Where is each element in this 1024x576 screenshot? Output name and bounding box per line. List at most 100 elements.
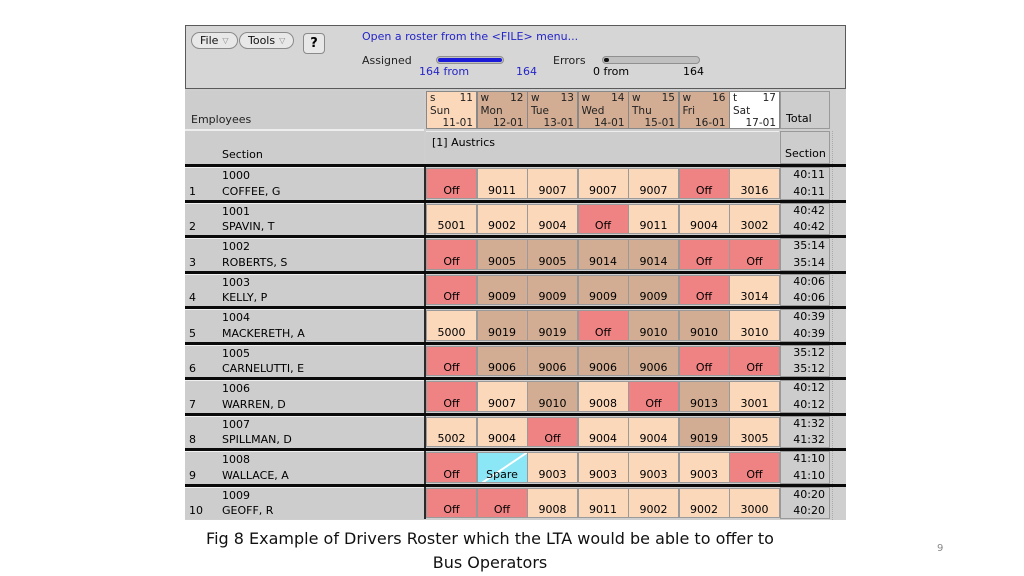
shift-cell[interactable]: Off: [577, 310, 629, 341]
shift-cell[interactable]: 5002: [426, 416, 477, 447]
shift-cell[interactable]: Off: [426, 452, 477, 483]
shift-cell[interactable]: 9005: [476, 239, 528, 270]
shift-code: 9009: [639, 290, 668, 303]
shift-cell[interactable]: 9010: [527, 381, 578, 412]
shift-cell[interactable]: Off: [678, 345, 730, 376]
shift-cell[interactable]: 9006: [577, 345, 629, 376]
section-hours: 40:20: [793, 504, 825, 517]
shift-cell[interactable]: 9006: [476, 345, 528, 376]
shift-cell[interactable]: 9007: [476, 381, 528, 412]
shift-cell[interactable]: Off: [527, 416, 578, 447]
shift-code: Off: [746, 254, 763, 268]
employee-cell[interactable]: 3 1002 ROBERTS, S: [185, 238, 424, 271]
page-number: 9: [937, 543, 944, 554]
shift-cell[interactable]: Off: [476, 487, 528, 518]
day-number: 12: [510, 92, 524, 104]
shift-cell[interactable]: Off: [729, 345, 780, 376]
shift-cell[interactable]: 9005: [527, 239, 578, 270]
shift-cell[interactable]: 9014: [577, 239, 629, 270]
employee-cell[interactable]: 6 1005 CARNELUTTI, E: [185, 344, 424, 377]
shift-cell[interactable]: 9002: [476, 203, 528, 234]
shift-cell[interactable]: 9002: [628, 487, 679, 518]
shift-cell[interactable]: Spare: [476, 452, 528, 483]
shift-cell[interactable]: 9011: [577, 487, 629, 518]
employee-cell[interactable]: 2 1001 SPAVIN, T: [185, 202, 424, 235]
shift-cell[interactable]: 9004: [628, 416, 679, 447]
shift-cell[interactable]: 3014: [729, 274, 780, 305]
shift-cell[interactable]: 9004: [476, 416, 528, 447]
shift-cell[interactable]: Off: [577, 203, 629, 234]
shift-cell[interactable]: 9009: [577, 274, 629, 305]
day-header[interactable]: w 14 Wed 14-01: [577, 91, 629, 129]
employee-cell[interactable]: 9 1008 WALLACE, A: [185, 451, 424, 484]
shift-cell[interactable]: 9004: [678, 203, 730, 234]
shift-cell[interactable]: 9008: [577, 381, 629, 412]
shift-cell[interactable]: 9013: [678, 381, 730, 412]
shift-cell[interactable]: 3001: [729, 381, 780, 412]
shift-cell[interactable]: 9019: [527, 310, 578, 341]
shift-cell[interactable]: 9006: [527, 345, 578, 376]
employee-cell[interactable]: 5 1004 MACKERETH, A: [185, 309, 424, 342]
shift-cell[interactable]: 9011: [476, 168, 528, 199]
shift-cell[interactable]: 9009: [628, 274, 679, 305]
shift-cell[interactable]: Off: [678, 274, 730, 305]
shift-cell[interactable]: 9011: [628, 203, 679, 234]
shift-cell[interactable]: 9019: [678, 416, 730, 447]
shift-cell[interactable]: Off: [426, 487, 477, 518]
shift-cell[interactable]: 9010: [678, 310, 730, 341]
shift-cell[interactable]: Off: [426, 274, 477, 305]
shift-cell[interactable]: Off: [426, 345, 477, 376]
shift-code: 3010: [740, 325, 769, 339]
shift-cell[interactable]: 9014: [628, 239, 679, 270]
shift-cell[interactable]: Off: [426, 381, 477, 412]
shift-cell[interactable]: Off: [729, 239, 780, 270]
shift-cell[interactable]: Off: [426, 168, 477, 199]
shift-cell[interactable]: 9002: [678, 487, 730, 518]
file-menu-button[interactable]: File ▽: [191, 32, 238, 49]
day-header[interactable]: w 13 Tue 13-01: [527, 91, 578, 129]
shift-code: 9003: [589, 467, 617, 481]
tools-menu-button[interactable]: Tools ▽: [239, 32, 295, 49]
shift-cell[interactable]: Off: [678, 239, 730, 270]
shift-cell[interactable]: 3000: [729, 487, 780, 518]
day-header[interactable]: w 12 Mon 12-01: [476, 91, 528, 129]
shift-cell[interactable]: Off: [678, 168, 730, 199]
shift-cell[interactable]: 9003: [527, 452, 578, 483]
shift-cell[interactable]: 9010: [628, 310, 679, 341]
shift-cell[interactable]: 9006: [628, 345, 679, 376]
employee-cell[interactable]: 7 1006 WARREN, D: [185, 380, 424, 413]
shift-cell[interactable]: 9008: [527, 487, 578, 518]
shift-cell[interactable]: Off: [426, 239, 477, 270]
shift-cell[interactable]: 3010: [729, 310, 780, 341]
shift-cell[interactable]: 9003: [577, 452, 629, 483]
shift-cell[interactable]: 9007: [577, 168, 629, 199]
shift-cell[interactable]: 9019: [476, 310, 528, 341]
shift-cell[interactable]: 9003: [628, 452, 679, 483]
day-header[interactable]: w 16 Fri 16-01: [678, 91, 730, 129]
employee-id: 1002: [222, 240, 250, 253]
total-hours-cell: 40:42 40:42: [780, 202, 830, 235]
day-header[interactable]: t 17 Sat 17-01: [729, 91, 780, 129]
employee-cell[interactable]: 1 1000 COFFEE, G: [185, 167, 424, 200]
shift-cell[interactable]: 9003: [678, 452, 730, 483]
employee-cell[interactable]: 8 1007 SPILLMAN, D: [185, 415, 424, 448]
shift-cell[interactable]: 9009: [476, 274, 528, 305]
shift-cell[interactable]: 3016: [729, 168, 780, 199]
employee-cell[interactable]: 10 1009 GEOFF, R: [185, 486, 424, 519]
shift-cell[interactable]: Off: [628, 381, 679, 412]
shift-cell[interactable]: 5000: [426, 310, 477, 341]
shift-cell[interactable]: 3005: [729, 416, 780, 447]
shift-cell[interactable]: 5001: [426, 203, 477, 234]
day-header[interactable]: w 15 Thu 15-01: [628, 91, 679, 129]
total-label: Total: [786, 112, 812, 125]
shift-cell[interactable]: 9007: [628, 168, 679, 199]
help-button[interactable]: ?: [303, 33, 325, 54]
shift-cell[interactable]: 9004: [527, 203, 578, 234]
shift-cell[interactable]: 9004: [577, 416, 629, 447]
shift-cell[interactable]: 9009: [527, 274, 578, 305]
shift-cell[interactable]: Off: [729, 452, 780, 483]
employee-cell[interactable]: 4 1003 KELLY, P: [185, 273, 424, 306]
shift-cell[interactable]: 9007: [527, 168, 578, 199]
shift-cell[interactable]: 3002: [729, 203, 780, 234]
day-header[interactable]: s 11 Sun 11-01: [426, 91, 477, 129]
